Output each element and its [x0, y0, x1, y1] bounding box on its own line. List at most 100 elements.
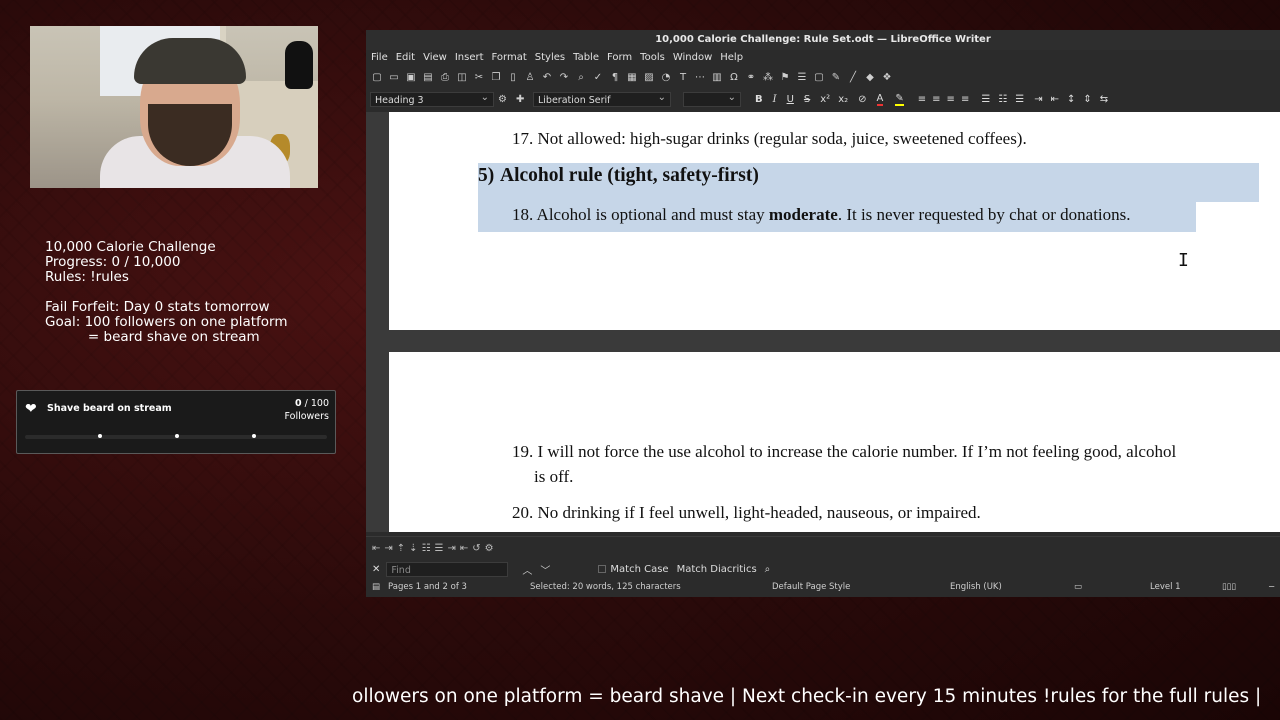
- list-restart-icon[interactable]: ↺: [472, 543, 480, 554]
- copy-icon[interactable]: ❐: [489, 72, 503, 83]
- match-diacritics-label[interactable]: Match Diacritics: [677, 564, 757, 575]
- menu-format[interactable]: Format: [492, 50, 533, 66]
- menu-window[interactable]: Window: [673, 50, 718, 66]
- menu-insert[interactable]: Insert: [455, 50, 490, 66]
- menu-form[interactable]: Form: [607, 50, 638, 66]
- insert-textbox-icon[interactable]: T: [676, 72, 690, 83]
- font-name-select[interactable]: Liberation Serif: [533, 90, 671, 107]
- menu-view[interactable]: View: [423, 50, 453, 66]
- numbered-list-icon[interactable]: ☷: [998, 94, 1007, 105]
- spelling-icon[interactable]: ✓: [591, 72, 605, 83]
- list-indent-icon[interactable]: ⇥: [448, 543, 456, 554]
- special-character-icon[interactable]: Ω: [727, 72, 741, 83]
- menu-file[interactable]: File: [371, 50, 394, 66]
- outline-demote-icon[interactable]: ⇥: [384, 543, 392, 554]
- paragraph-style-select[interactable]: Heading 3: [370, 90, 494, 107]
- save-icon[interactable]: ▣: [404, 72, 418, 83]
- zoom-out-icon[interactable]: −: [1268, 578, 1275, 596]
- update-style-icon[interactable]: ⚙: [498, 94, 512, 105]
- align-left-icon[interactable]: ≡: [918, 94, 926, 105]
- heading-alcohol-rule[interactable]: Alcohol rule (tight, safety-first): [500, 165, 759, 187]
- bullet-list-icon[interactable]: ☰: [981, 94, 990, 105]
- highlight-icon[interactable]: ✎: [895, 93, 904, 106]
- status-page-style[interactable]: Default Page Style: [772, 578, 850, 596]
- find-input[interactable]: Find: [386, 561, 509, 577]
- find-next-icon[interactable]: ﹀: [540, 562, 550, 577]
- superscript-icon[interactable]: x²: [820, 94, 830, 105]
- open-icon[interactable]: ▭: [387, 72, 401, 83]
- print-preview-icon[interactable]: ◫: [455, 72, 469, 83]
- strikethrough-icon[interactable]: S: [804, 94, 810, 105]
- page-break-icon[interactable]: ⋯: [693, 72, 707, 83]
- align-right-icon[interactable]: ≡: [947, 94, 955, 105]
- footnote-icon[interactable]: ⁂: [761, 72, 775, 83]
- menu-styles[interactable]: Styles: [535, 50, 571, 66]
- close-find-icon[interactable]: ✕: [372, 564, 380, 575]
- list-outdent-icon[interactable]: ⇤: [460, 543, 468, 554]
- ltr-icon[interactable]: ⇆: [1100, 94, 1108, 105]
- underline-icon[interactable]: U: [787, 94, 794, 105]
- menu-table[interactable]: Table: [573, 50, 605, 66]
- insert-chart-icon[interactable]: ◔: [659, 72, 673, 83]
- outline-list-icon[interactable]: ☰: [1015, 94, 1024, 105]
- subscript-icon[interactable]: x₂: [838, 94, 848, 105]
- search-icon[interactable]: ⌕: [765, 564, 771, 575]
- page-1[interactable]: ________________________________________…: [389, 112, 1280, 330]
- paste-icon[interactable]: ▯: [506, 72, 520, 83]
- document-area[interactable]: ________________________________________…: [366, 112, 1280, 532]
- menu-edit[interactable]: Edit: [396, 50, 421, 66]
- bookmark-icon[interactable]: ⚑: [778, 72, 792, 83]
- line-icon[interactable]: ╱: [846, 72, 860, 83]
- rule-18[interactable]: 18. Alcohol is optional and must stay mo…: [512, 205, 1131, 225]
- line-spacing-icon[interactable]: ↕: [1067, 94, 1075, 105]
- match-case-checkbox[interactable]: [598, 565, 607, 573]
- cut-icon[interactable]: ✂: [472, 72, 486, 83]
- increase-indent-icon[interactable]: ⇥: [1034, 94, 1042, 105]
- menu-help[interactable]: Help: [720, 50, 749, 66]
- list-numbering-icon[interactable]: ☷: [422, 543, 431, 554]
- outline-up-icon[interactable]: ⇡: [397, 543, 405, 554]
- insert-field-icon[interactable]: ▥: [710, 72, 724, 83]
- clone-formatting-icon[interactable]: ♙: [523, 72, 537, 83]
- find-replace-icon[interactable]: ⌕: [574, 72, 588, 83]
- undo-icon[interactable]: ↶: [540, 72, 554, 83]
- outline-down-icon[interactable]: ⇣: [409, 543, 417, 554]
- italic-icon[interactable]: I: [773, 94, 777, 105]
- rule-19-line-1[interactable]: 19. I will not force the use alcohol to …: [512, 442, 1176, 462]
- shapes-icon[interactable]: ◆: [863, 72, 877, 83]
- heading-number[interactable]: 5): [478, 165, 494, 187]
- libreoffice-writer-window[interactable]: 10,000 Calorie Challenge: Rule Set.odt —…: [366, 30, 1280, 597]
- insert-mode-icon[interactable]: ▭: [1074, 578, 1082, 596]
- page-2[interactable]: 19. I will not force the use alcohol to …: [389, 352, 1280, 532]
- rule-20[interactable]: 20. No drinking if I feel unwell, light-…: [512, 503, 981, 523]
- paragraph-spacing-icon[interactable]: ⇕: [1083, 94, 1091, 105]
- rule-17[interactable]: 17. Not allowed: high-sugar drinks (regu…: [512, 129, 1027, 149]
- print-icon[interactable]: ⎙: [438, 72, 452, 83]
- status-language[interactable]: English (UK): [950, 578, 1002, 596]
- insert-image-icon[interactable]: ▨: [642, 72, 656, 83]
- cross-reference-icon[interactable]: ☰: [795, 72, 809, 83]
- export-pdf-icon[interactable]: ▤: [421, 72, 435, 83]
- outline-promote-icon[interactable]: ⇤: [372, 543, 380, 554]
- list-bullets-icon[interactable]: ☰: [435, 543, 444, 554]
- font-color-icon[interactable]: A: [876, 93, 884, 106]
- view-layout-icon[interactable]: ▯▯▯: [1222, 578, 1236, 596]
- new-style-icon[interactable]: ✚: [516, 94, 530, 105]
- insert-table-icon[interactable]: ▦: [625, 72, 639, 83]
- comment-icon[interactable]: ▢: [812, 72, 826, 83]
- menu-tools[interactable]: Tools: [640, 50, 671, 66]
- bold-icon[interactable]: B: [755, 94, 763, 105]
- align-center-icon[interactable]: ≡: [932, 94, 940, 105]
- status-pages[interactable]: Pages 1 and 2 of 3: [388, 578, 467, 596]
- new-document-icon[interactable]: ▢: [370, 72, 384, 83]
- font-size-select[interactable]: [683, 90, 741, 107]
- hyperlink-icon[interactable]: ⚭: [744, 72, 758, 83]
- draw-functions-icon[interactable]: ❖: [880, 72, 894, 83]
- formatting-marks-icon[interactable]: ¶: [608, 72, 622, 83]
- clear-formatting-icon[interactable]: ⊘: [858, 94, 866, 105]
- match-case-label[interactable]: Match Case: [610, 564, 668, 575]
- list-settings-icon[interactable]: ⚙: [485, 543, 494, 554]
- rule-19-line-2[interactable]: is off.: [534, 467, 573, 487]
- justify-icon[interactable]: ≡: [961, 94, 969, 105]
- find-previous-icon[interactable]: ︿: [522, 562, 532, 577]
